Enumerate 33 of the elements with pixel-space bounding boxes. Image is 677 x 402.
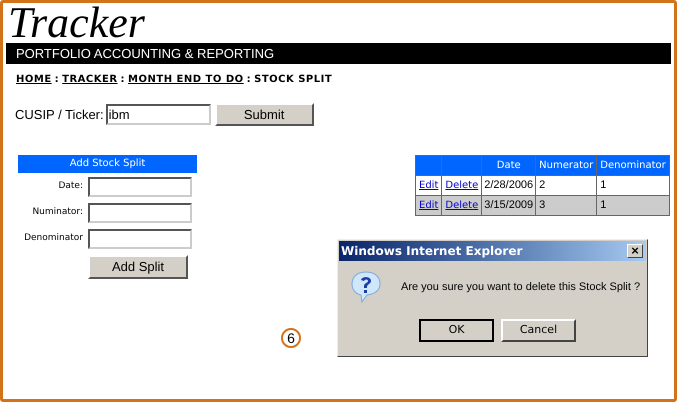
breadcrumb-current: STOCK SPLIT	[254, 73, 332, 87]
logo: Tracker	[7, 4, 146, 42]
dialog-button[interactable]: OK	[419, 319, 494, 342]
input-field[interactable]	[88, 229, 192, 249]
breadcrumb-separator: :	[246, 73, 252, 87]
field-label: Date:	[57, 180, 84, 194]
submit-button[interactable]: Submit	[214, 103, 314, 126]
dialog-button[interactable]: Cancel	[501, 319, 576, 342]
column-header: Date	[482, 156, 536, 176]
input-field[interactable]	[88, 177, 192, 197]
add-split-button[interactable]: Add Split	[88, 255, 188, 279]
cusip-label: CUSIP / Ticker:	[15, 106, 104, 124]
form-header: Add Stock Split	[18, 155, 197, 173]
banner: PORTFOLIO ACCOUNTING & REPORTING	[6, 43, 671, 64]
breadcrumb-separator: :	[120, 73, 126, 87]
breadcrumb-separator: :	[54, 73, 60, 87]
dialog-message: Are you sure you want to delete this Stock Split ?	[401, 280, 640, 295]
breadcrumb-link[interactable]: TRACKER	[62, 72, 118, 87]
breadcrumb-link[interactable]: MONTH END TO DO	[128, 72, 244, 87]
dialog-title: Windows Internet Explorer	[341, 243, 522, 260]
field-label: Denominator	[23, 232, 84, 246]
breadcrumb-link[interactable]: HOME	[16, 72, 52, 87]
table-cell: 3/15/2009	[482, 196, 536, 216]
table-cell: 1	[596, 196, 670, 216]
step-marker: 6	[281, 328, 301, 348]
field-label: Numinator:	[31, 206, 84, 220]
ticker-input[interactable]: ibm	[106, 104, 211, 125]
question-icon	[349, 270, 383, 304]
close-button[interactable]: ×	[627, 244, 643, 258]
table-cell: 3	[536, 196, 597, 216]
input-field[interactable]	[88, 203, 192, 223]
column-header: Numerator	[536, 156, 597, 176]
column-header: Denominator	[596, 156, 670, 176]
